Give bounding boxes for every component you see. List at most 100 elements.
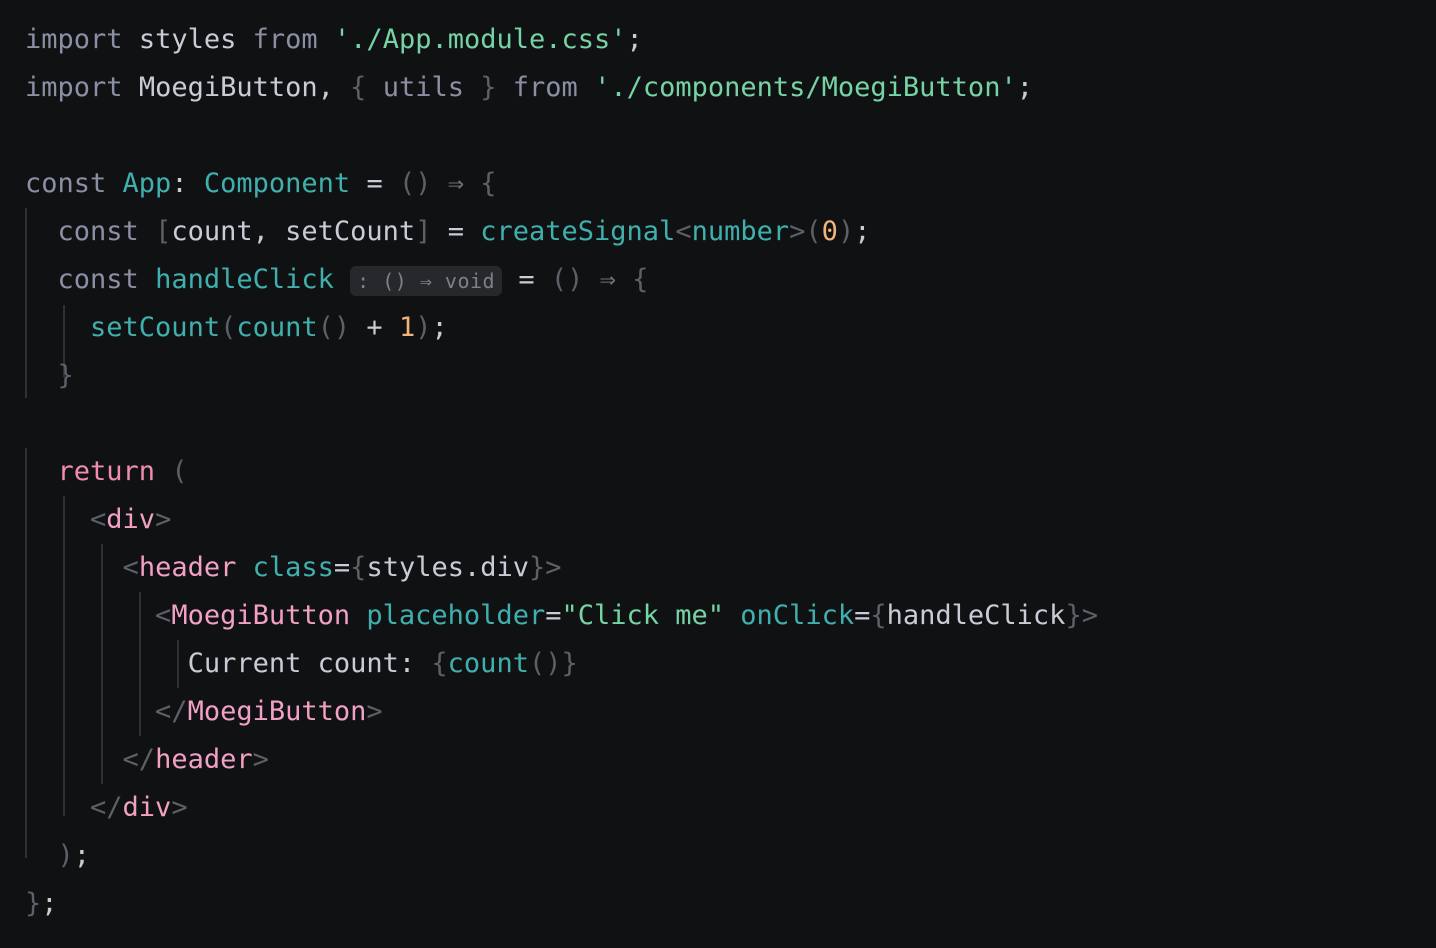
code-token: placeholder: [366, 600, 546, 631]
code-token: Current count:: [187, 648, 416, 679]
code-token: 1: [398, 312, 416, 343]
code-token: ): [837, 216, 855, 247]
code-token: </: [155, 696, 188, 727]
code-token: </: [122, 744, 156, 775]
code-token: >: [171, 792, 188, 823]
code-token: </: [90, 792, 123, 823]
code-token: ;: [1016, 72, 1033, 103]
code-token: ;: [41, 888, 58, 919]
code-token: >: [155, 504, 172, 535]
code-token: }: [480, 72, 497, 103]
code-line[interactable]: setCount(count() + 1);: [25, 304, 1436, 352]
code-line[interactable]: Current count: {count()}: [25, 640, 1436, 688]
code-token: ): [57, 840, 74, 871]
code-line[interactable]: <div>: [25, 496, 1436, 544]
code-token: <: [155, 600, 172, 631]
code-token: ;: [626, 24, 643, 55]
code-token: class: [252, 552, 334, 583]
code-line[interactable]: };: [25, 880, 1436, 928]
code-token: {: [350, 552, 367, 583]
code-token: MoegiButton: [171, 600, 351, 631]
code-line[interactable]: [25, 400, 1436, 448]
code-token: }: [529, 552, 546, 583]
code-line[interactable]: import styles from './App.module.css';: [25, 16, 1436, 64]
code-token: div: [122, 792, 172, 823]
code-editor[interactable]: import styles from './App.module.css'; im…: [0, 0, 1436, 948]
code-token: =: [545, 600, 562, 631]
code-line[interactable]: import MoegiButton, { utils } from './co…: [25, 64, 1436, 112]
code-line[interactable]: [25, 112, 1436, 160]
code-token: ;: [854, 216, 871, 247]
code-token: MoegiButton: [138, 72, 318, 103]
code-token: {: [431, 648, 448, 679]
code-token: (: [805, 216, 822, 247]
code-token: header: [138, 552, 237, 583]
code-token: 0: [821, 216, 838, 247]
code-line[interactable]: const [count, setCount] = createSignal<n…: [25, 208, 1436, 256]
code-token: count: [171, 216, 253, 247]
code-token: "Click me": [561, 600, 725, 631]
code-token: ⇒: [447, 168, 465, 199]
inlay-type-hint: : () ⇒ void: [350, 266, 503, 296]
code-token: >: [1081, 600, 1098, 631]
code-token: handleClick: [886, 600, 1066, 631]
code-token: =: [518, 264, 535, 295]
code-token: {: [870, 600, 887, 631]
code-token: App: [122, 168, 172, 199]
code-token: >: [252, 744, 269, 775]
code-token: MoegiButton: [187, 696, 367, 727]
code-token: =: [333, 552, 351, 583]
code-line[interactable]: return (: [25, 448, 1436, 496]
code-line[interactable]: );: [25, 832, 1436, 880]
code-line[interactable]: <MoegiButton placeholder="Click me" onCl…: [25, 592, 1436, 640]
code-token: const: [57, 216, 139, 247]
code-line[interactable]: </div>: [25, 784, 1436, 832]
code-line[interactable]: }: [25, 352, 1436, 400]
code-line[interactable]: </header>: [25, 736, 1436, 784]
code-token: (): [528, 648, 562, 679]
code-token: }: [561, 648, 578, 679]
code-token: ;: [431, 312, 448, 343]
code-token: <: [675, 216, 692, 247]
code-token: >: [789, 216, 806, 247]
code-token: ): [415, 312, 432, 343]
code-token: ,: [317, 72, 334, 103]
code-line[interactable]: const handleClick : () ⇒ void = () ⇒ {: [25, 256, 1436, 304]
code-line[interactable]: <header class={styles.div}>: [25, 544, 1436, 592]
code-token: (): [398, 168, 432, 199]
code-token: const: [25, 168, 107, 199]
code-line[interactable]: const App: Component = () ⇒ {: [25, 160, 1436, 208]
code-token: count: [447, 648, 529, 679]
code-token: setCount: [90, 312, 221, 343]
code-line[interactable]: </MoegiButton>: [25, 688, 1436, 736]
code-content[interactable]: import styles from './App.module.css'; im…: [0, 0, 1436, 928]
code-token: handleClick: [155, 264, 334, 295]
code-token: =: [854, 600, 871, 631]
